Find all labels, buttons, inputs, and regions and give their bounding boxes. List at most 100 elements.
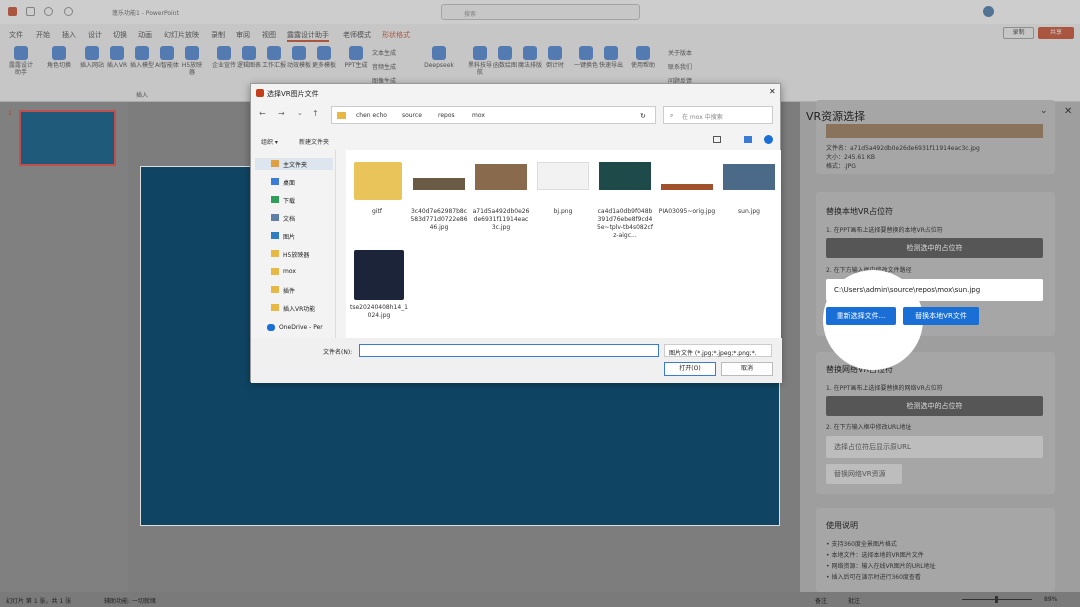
file-name[interactable]: gitf: [348, 208, 406, 216]
ribbon-button[interactable]: 使用帮助: [630, 46, 656, 69]
breadcrumb-item[interactable]: source: [402, 112, 422, 119]
cancel-button[interactable]: 取消: [721, 362, 773, 376]
share-button[interactable]: 共享: [1038, 27, 1074, 39]
image-thumbnail[interactable]: [599, 162, 651, 190]
ribbon-button[interactable]: 函数绘图: [492, 46, 518, 69]
view-icon[interactable]: [713, 136, 721, 143]
replace-network-button[interactable]: 替换网络VR资源: [826, 464, 902, 484]
detect-placeholder-button[interactable]: 检测选中的占位符: [826, 238, 1043, 258]
tab-record[interactable]: 录制: [211, 30, 225, 40]
ribbon-button[interactable]: 插入模型: [129, 46, 155, 69]
tree-label[interactable]: 插入VR功能: [283, 304, 315, 313]
breadcrumb-item[interactable]: chen echo: [356, 112, 387, 119]
ribbon-button[interactable]: AI智能体: [154, 46, 180, 69]
refresh-icon[interactable]: ↻: [640, 112, 646, 120]
ribbon-button[interactable]: 企业宣传: [211, 46, 237, 69]
ribbon-button[interactable]: 倒计时: [542, 46, 568, 69]
image-thumbnail[interactable]: [354, 250, 404, 300]
tab-view[interactable]: 视图: [262, 30, 276, 40]
ribbon-button[interactable]: H5放映器: [179, 46, 205, 76]
breadcrumb-item[interactable]: repos: [438, 112, 455, 119]
tree-label[interactable]: 插件: [283, 286, 295, 295]
tree-label[interactable]: OneDrive - Per: [279, 324, 323, 331]
tab-review[interactable]: 审阅: [236, 30, 250, 40]
tree-label[interactable]: 下载: [283, 196, 295, 205]
zoom-slider-thumb[interactable]: [995, 596, 998, 603]
ribbon-mini-item[interactable]: 关于版本: [668, 48, 692, 57]
file-name[interactable]: PIA03095~orig.jpg: [658, 208, 716, 216]
ribbon-button[interactable]: 魔法排版: [517, 46, 543, 69]
tab-animations[interactable]: 动画: [138, 30, 152, 40]
file-name[interactable]: 3c40d7e62987b8c583d771d0722e8646.jpg: [410, 208, 468, 232]
tab-home[interactable]: 开始: [36, 30, 50, 40]
tree-label[interactable]: 桌面: [283, 178, 295, 187]
help-icon[interactable]: [764, 135, 773, 144]
ribbon-button[interactable]: 更多模板: [311, 46, 337, 69]
file-name[interactable]: tse20240408h14_1024.jpg: [350, 304, 408, 320]
image-thumbnail[interactable]: [413, 178, 465, 190]
tab-file[interactable]: 文件: [9, 30, 23, 40]
image-thumbnail[interactable]: [723, 164, 775, 190]
ribbon-button[interactable]: 露露设计助手: [8, 46, 34, 76]
network-detect-button[interactable]: 检测选中的占位符: [826, 396, 1043, 416]
tree-label[interactable]: 图片: [283, 232, 295, 241]
ribbon-button[interactable]: 快速导出: [598, 46, 624, 69]
filetype-select[interactable]: 图片文件 (*.jpg;*.jpeg;*.png;*.: [664, 344, 772, 357]
up-icon[interactable]: ↑: [312, 109, 319, 118]
replace-local-vr-button-highlighted[interactable]: 替换本地VR文件: [903, 307, 979, 325]
tree-label[interactable]: 文档: [283, 214, 295, 223]
comments-button[interactable]: 批注: [848, 596, 860, 605]
ribbon-button[interactable]: 一键换色: [573, 46, 599, 69]
dialog-search-input[interactable]: ⌕ 在 mox 中搜索: [663, 106, 773, 124]
ribbon-button[interactable]: 动效模板: [286, 46, 312, 69]
tab-transitions[interactable]: 切换: [113, 30, 127, 40]
tab-teacher-mode[interactable]: 老师模式: [343, 30, 371, 40]
address-bar[interactable]: chen echo source repos mox ↻: [331, 106, 656, 124]
tab-insert[interactable]: 插入: [62, 30, 76, 40]
ribbon-button[interactable]: 插入VR: [104, 46, 130, 69]
file-name[interactable]: bj.png: [534, 208, 592, 216]
ribbon-button[interactable]: 工作汇报: [261, 46, 287, 69]
filename-input[interactable]: [359, 344, 659, 357]
reselect-file-button-highlighted[interactable]: 重新选择文件...: [826, 307, 896, 325]
ribbon-button[interactable]: 黑科技导航: [467, 46, 493, 76]
back-icon[interactable]: ←: [259, 109, 266, 118]
tab-design-assistant[interactable]: 露露设计助手: [287, 30, 329, 42]
tab-shape-format[interactable]: 形状格式: [382, 30, 410, 40]
file-name[interactable]: sun.jpg: [720, 208, 778, 216]
tree-label[interactable]: mox: [283, 268, 296, 275]
zoom-level[interactable]: 89%: [1044, 596, 1057, 603]
organize-button[interactable]: 组织 ▾: [261, 137, 278, 146]
avatar[interactable]: [983, 6, 994, 17]
tree-label[interactable]: H5放映器: [283, 250, 309, 259]
url-input[interactable]: 选择占位符后显示原URL: [826, 436, 1043, 458]
file-name[interactable]: ca4d1a0db9f048b391d76ebe8f9cd45e~tplv-tb…: [596, 208, 654, 240]
chevron-down-icon[interactable]: ⌄: [1040, 106, 1048, 116]
redo-icon[interactable]: [64, 7, 73, 16]
expand-icon[interactable]: ⌄: [297, 109, 303, 117]
new-folder-button[interactable]: 新建文件夹: [299, 137, 329, 146]
ribbon-button[interactable]: 插入网站: [79, 46, 105, 69]
image-thumbnail[interactable]: [475, 164, 527, 190]
breadcrumb-item[interactable]: mox: [472, 112, 485, 119]
folder-thumbnail[interactable]: [354, 162, 402, 200]
undo-icon[interactable]: [44, 7, 53, 16]
preview-pane-icon[interactable]: [744, 136, 752, 143]
save-icon[interactable]: [26, 7, 35, 16]
notes-button[interactable]: 备注: [815, 596, 827, 605]
slide-thumbnail[interactable]: [19, 110, 116, 166]
ribbon-button[interactable]: PPT生成: [343, 46, 369, 69]
ribbon-button[interactable]: 角色切换: [46, 46, 72, 69]
close-icon[interactable]: ✕: [1064, 106, 1072, 117]
search-input[interactable]: 搜索: [441, 4, 640, 20]
ribbon-mini-item[interactable]: 联系我们: [668, 62, 692, 71]
accessibility-status[interactable]: 辅助功能: 一切就绪: [104, 596, 156, 605]
image-thumbnail[interactable]: [537, 162, 589, 190]
forward-icon[interactable]: →: [278, 109, 285, 118]
ribbon-mini-item[interactable]: 文本生成: [372, 48, 396, 57]
file-name[interactable]: a71d5a492db0e26de6931f11914eac3c.jpg: [472, 208, 530, 232]
ribbon-button[interactable]: 逻辑图表: [236, 46, 262, 69]
ribbon-button[interactable]: Deepseek: [423, 46, 455, 69]
tab-slideshow[interactable]: 幻灯片放映: [164, 30, 199, 40]
image-thumbnail[interactable]: [661, 184, 713, 190]
